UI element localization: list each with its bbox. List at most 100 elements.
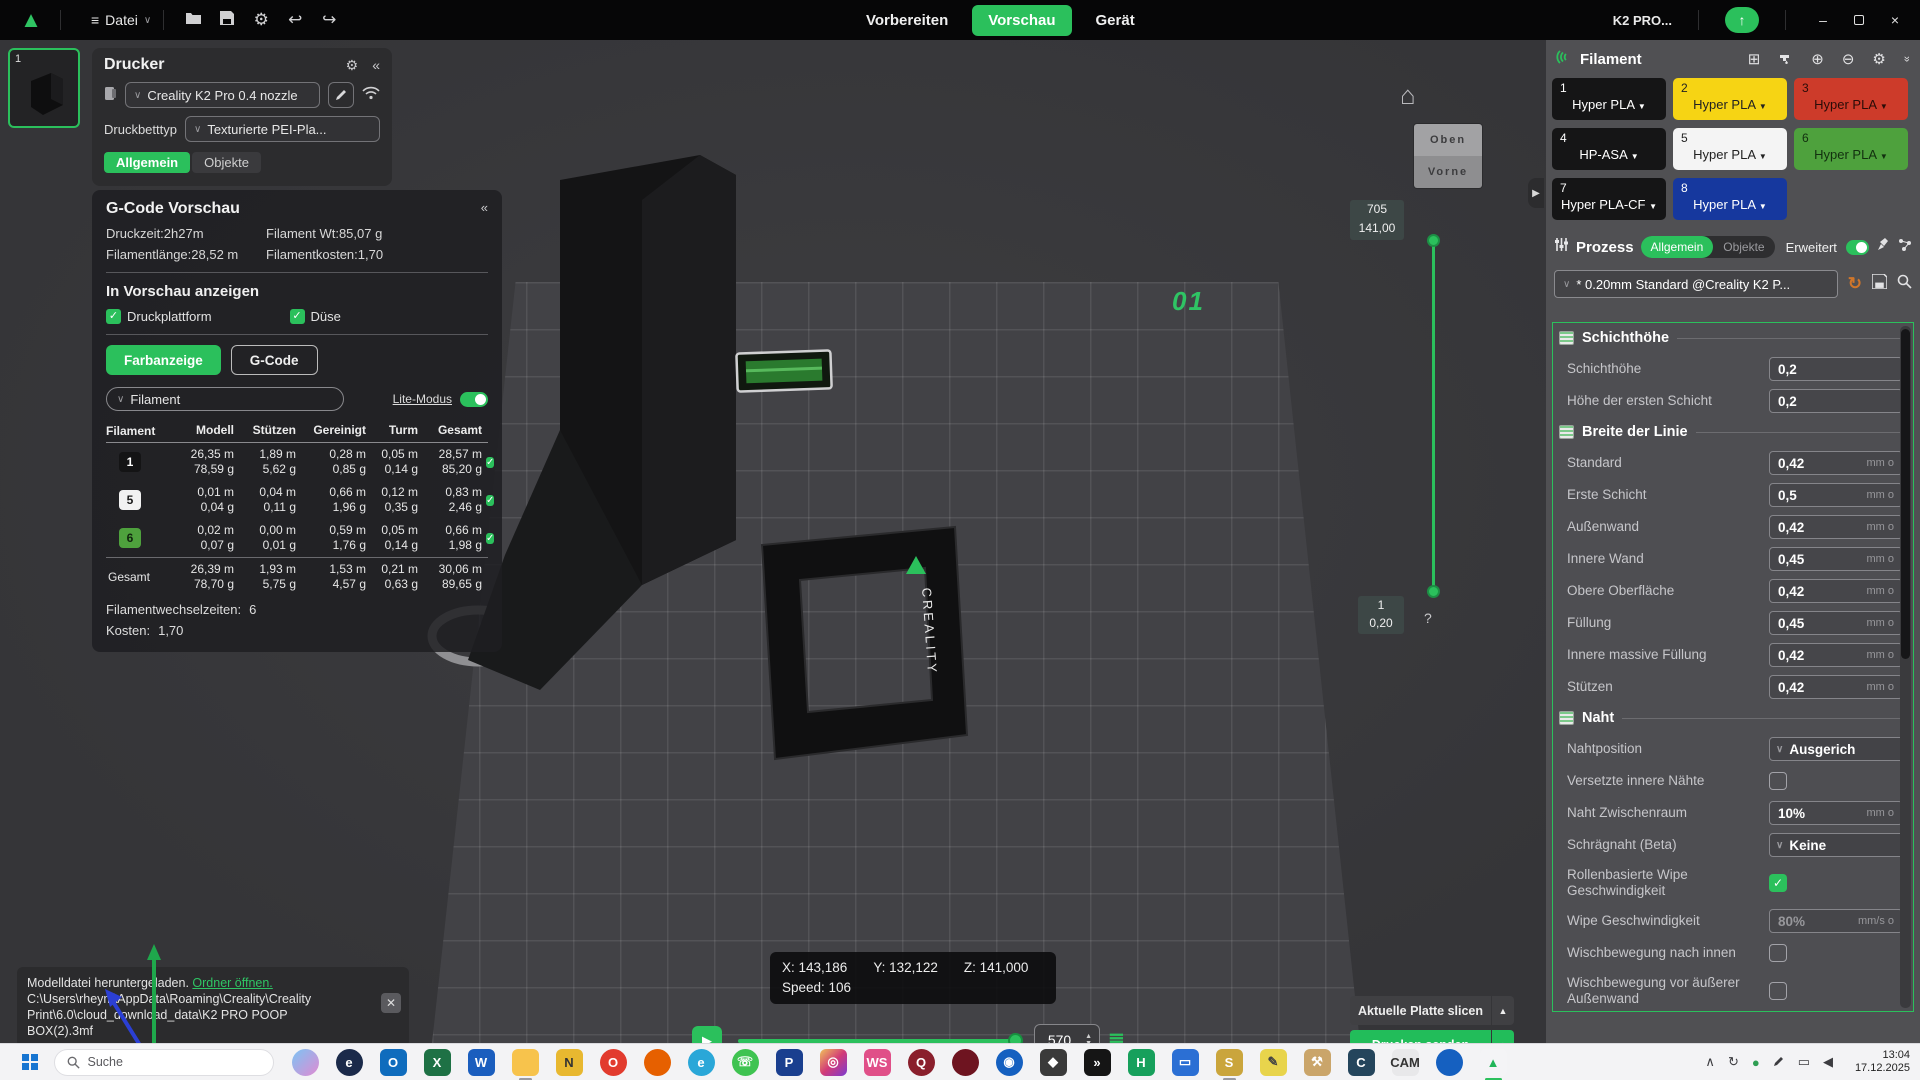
setting-input[interactable]: 0,42 mm o [1769, 515, 1903, 539]
setting-checkbox-unchecked[interactable] [1769, 772, 1787, 790]
tray-sync-icon[interactable]: ↻ [1728, 1054, 1739, 1070]
build-plate[interactable] [432, 282, 1360, 1043]
setting-input[interactable]: 0,45 mm o [1769, 547, 1903, 571]
taskbar-app-icon[interactable]: H [1128, 1049, 1155, 1076]
setting-input[interactable]: 0,45 mm o [1769, 611, 1903, 635]
layer-range-slider[interactable] [1431, 238, 1437, 594]
layers-view-icon[interactable]: ≣ [1108, 1027, 1125, 1043]
settings-gear-icon[interactable]: ⚙ [244, 10, 278, 30]
wifi-icon[interactable] [362, 86, 380, 105]
taskbar-app-icon[interactable]: N [556, 1049, 583, 1076]
paint-spray-icon[interactable] [1876, 237, 1891, 257]
reset-preset-icon[interactable]: ↻ [1848, 274, 1862, 294]
printer-select[interactable]: ∨Creality K2 Pro 0.4 nozzle [125, 82, 320, 108]
taskbar-app-icon[interactable]: O [380, 1049, 407, 1076]
preview-checkbox[interactable]: ✓ Druckplattform [106, 309, 212, 324]
layer-slider-top-handle[interactable] [1427, 234, 1440, 247]
save-preset-icon[interactable] [1872, 274, 1887, 294]
printer-tab-objekte[interactable]: Objekte [192, 152, 261, 173]
setting-input[interactable]: 0,2 [1769, 389, 1903, 413]
printer-tab-allgemein[interactable]: Allgemein [104, 152, 190, 173]
slice-options-caret[interactable]: ▲ [1492, 996, 1514, 1025]
undo-icon[interactable]: ↩ [278, 10, 312, 30]
layer-slider-bottom-handle[interactable] [1427, 585, 1440, 598]
filament-swatch[interactable]: 2 Hyper PLA ▼ [1673, 78, 1787, 120]
tray-display-icon[interactable]: ▭ [1798, 1054, 1810, 1070]
taskbar-app-icon[interactable]: C [1348, 1049, 1375, 1076]
setting-input[interactable]: 0,42 mm o [1769, 451, 1903, 475]
setting-checkbox-unchecked[interactable] [1769, 944, 1787, 962]
taskbar-app-icon[interactable]: X [424, 1049, 451, 1076]
setting-input[interactable]: 0,42 mm o [1769, 643, 1903, 667]
edit-printer-button[interactable] [328, 82, 354, 108]
taskbar-app-icon[interactable]: WS [864, 1049, 891, 1076]
home-view-icon[interactable]: ⌂ [1400, 80, 1416, 111]
filament-row-checkbox[interactable]: ✓ [486, 495, 494, 506]
filament-collapse-icon[interactable]: « [1901, 56, 1913, 62]
stepper-arrows-icon[interactable]: ▲▼ [1085, 1033, 1092, 1044]
filament-swatch[interactable]: 6 Hyper PLA ▼ [1794, 128, 1908, 170]
filament-swatch[interactable]: 1 Hyper PLA ▼ [1552, 78, 1666, 120]
scope-objekte[interactable]: Objekte [1713, 236, 1774, 258]
send-options-caret[interactable]: ▲ [1492, 1030, 1514, 1043]
help-icon[interactable]: ? [1424, 610, 1432, 626]
start-button[interactable] [22, 1054, 38, 1070]
taskbar-app-icon[interactable]: S [1216, 1049, 1243, 1076]
filament-row-checkbox[interactable]: ✓ [486, 457, 494, 468]
filament-row-checkbox[interactable]: ✓ [486, 533, 494, 544]
faucet-flush-icon[interactable] [1778, 50, 1793, 69]
cloud-upload-button[interactable]: ↑ [1725, 7, 1759, 33]
setting-input[interactable]: 0,42 mm o [1769, 675, 1903, 699]
add-filament-icon[interactable]: ⊕ [1811, 50, 1824, 68]
setting-checkbox-checked[interactable]: ✓ [1769, 874, 1787, 892]
view-cube-top[interactable]: Oben [1414, 124, 1482, 156]
taskbar-app-icon[interactable]: ▭ [1172, 1049, 1199, 1076]
save-icon[interactable] [210, 10, 244, 30]
view-cube-front[interactable]: Vorne [1414, 156, 1482, 188]
setting-checkbox-unchecked[interactable] [1769, 982, 1787, 1000]
preview-checkbox[interactable]: ✓ Düse [290, 309, 341, 324]
setting-input[interactable]: 0,2 [1769, 357, 1903, 381]
plate-thumbnail[interactable]: 1 [8, 48, 80, 128]
gcode-button[interactable]: G-Code [231, 345, 318, 375]
taskbar-app-icon[interactable]: e [688, 1049, 715, 1076]
taskbar-app-icon[interactable]: e [336, 1049, 363, 1076]
setting-input[interactable]: 10% mm o [1769, 801, 1903, 825]
send-print-button[interactable]: Drucken senden [1350, 1030, 1491, 1043]
redo-icon[interactable]: ↪ [312, 10, 346, 30]
checkbox-checked-icon[interactable]: ✓ [106, 309, 121, 324]
main-tab[interactable]: Vorschau [972, 5, 1071, 36]
taskbar-app-icon[interactable]: P [776, 1049, 803, 1076]
taskbar-app-icon[interactable]: ◆ [1040, 1049, 1067, 1076]
close-button[interactable]: × [1884, 12, 1906, 28]
tray-expand-chevron[interactable]: ∧ [1705, 1054, 1715, 1070]
setting-select[interactable]: ∨Ausgerich [1769, 737, 1909, 761]
taskbar-app-icon[interactable] [292, 1049, 319, 1076]
bed-type-select[interactable]: ∨Texturierte PEI-Pla... [185, 116, 380, 142]
checkbox-checked-icon[interactable]: ✓ [290, 309, 305, 324]
taskbar-app-icon[interactable]: Q [908, 1049, 935, 1076]
restore-button[interactable] [1848, 12, 1870, 28]
gcode-panel-collapse-icon[interactable]: « [481, 200, 488, 215]
lite-mode-toggle[interactable] [460, 392, 488, 407]
main-tab[interactable]: Vorbereiten [850, 5, 964, 36]
lite-mode-label[interactable]: Lite-Modus [393, 392, 452, 406]
taskbar-app-icon[interactable]: ✎ [1260, 1049, 1287, 1076]
taskbar-clock[interactable]: 13:04 17.12.2025 [1846, 1049, 1910, 1075]
taskbar-app-icon[interactable]: ▲ [1480, 1049, 1507, 1076]
setting-input[interactable]: 0,42 mm o [1769, 579, 1903, 603]
printer-settings-gear-icon[interactable]: ⚙ [346, 57, 359, 74]
setting-input[interactable]: 0,5 mm o [1769, 483, 1903, 507]
file-menu[interactable]: ≡ Datei ∨ [91, 12, 151, 28]
taskbar-app-icon[interactable]: ☏ [732, 1049, 759, 1076]
advanced-toggle[interactable] [1846, 240, 1869, 255]
taskbar-app-icon[interactable]: O [600, 1049, 627, 1076]
node-graph-icon[interactable] [1898, 238, 1912, 257]
taskbar-app-icon[interactable]: W [468, 1049, 495, 1076]
taskbar-app-icon[interactable] [952, 1049, 979, 1076]
open-folder-icon[interactable] [176, 10, 210, 30]
legend-filament-select[interactable]: ∨Filament [106, 387, 344, 411]
filament-swatch[interactable]: 8 Hyper PLA ▼ [1673, 178, 1787, 220]
notification-close-icon[interactable]: ✕ [381, 993, 401, 1013]
panel-collapse-arrow[interactable]: ▶ [1528, 178, 1544, 208]
